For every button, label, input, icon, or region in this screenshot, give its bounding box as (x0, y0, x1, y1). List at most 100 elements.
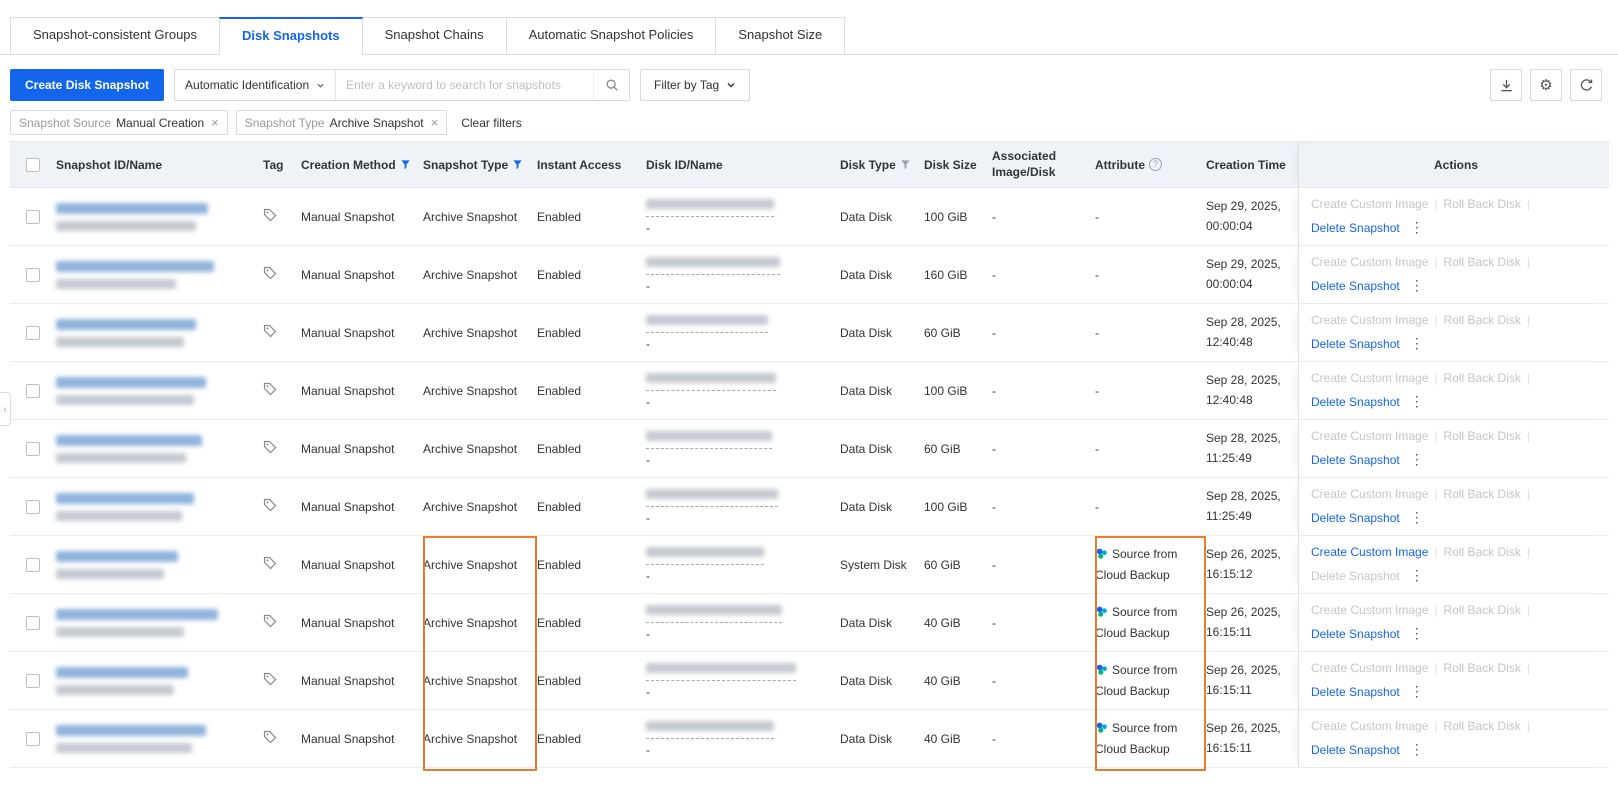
roll-back-disk-action[interactable]: Roll Back Disk (1444, 255, 1521, 269)
roll-back-disk-action[interactable]: Roll Back Disk (1444, 603, 1521, 617)
tab-snapshot-consistent-groups[interactable]: Snapshot-consistent Groups (10, 17, 221, 54)
snapshot-id-name[interactable] (56, 666, 263, 695)
tag-icon[interactable] (263, 730, 277, 744)
disk-id-name[interactable]: - (646, 604, 840, 641)
tag-cell[interactable] (263, 382, 301, 399)
tag-icon[interactable] (263, 672, 277, 686)
tab-snapshot-chains[interactable]: Snapshot Chains (361, 17, 507, 54)
disk-id-name[interactable]: - (646, 430, 840, 467)
delete-snapshot-action[interactable]: Delete Snapshot (1311, 337, 1400, 351)
delete-snapshot-action[interactable]: Delete Snapshot (1311, 395, 1400, 409)
create-custom-image-action[interactable]: Create Custom Image (1311, 371, 1428, 385)
tab-snapshot-size[interactable]: Snapshot Size (715, 17, 846, 54)
snapshot-id-name[interactable] (56, 376, 263, 405)
create-custom-image-action[interactable]: Create Custom Image (1311, 487, 1428, 501)
delete-snapshot-action[interactable]: Delete Snapshot (1311, 569, 1400, 583)
chip-remove-icon[interactable]: × (431, 116, 439, 129)
tag-cell[interactable] (263, 498, 301, 515)
delete-snapshot-action[interactable]: Delete Snapshot (1311, 221, 1400, 235)
search-button[interactable] (593, 70, 630, 100)
roll-back-disk-action[interactable]: Roll Back Disk (1444, 429, 1521, 443)
create-custom-image-action[interactable]: Create Custom Image (1311, 603, 1428, 617)
tag-cell[interactable] (263, 672, 301, 689)
more-actions-icon[interactable]: ⋮ (1410, 335, 1424, 351)
snapshot-id-name[interactable] (56, 318, 263, 347)
tab-automatic-snapshot-policies[interactable]: Automatic Snapshot Policies (505, 17, 717, 54)
delete-snapshot-action[interactable]: Delete Snapshot (1311, 453, 1400, 467)
select-all-checkbox[interactable] (26, 157, 40, 172)
snapshot-id-name[interactable] (56, 550, 263, 579)
disk-id-name[interactable]: - (646, 256, 840, 293)
filter-funnel-icon[interactable] (400, 159, 411, 170)
tag-icon[interactable] (263, 324, 277, 338)
chip-remove-icon[interactable]: × (211, 116, 219, 129)
tag-icon[interactable] (263, 556, 277, 570)
tag-icon[interactable] (263, 266, 277, 280)
row-checkbox[interactable] (26, 557, 40, 572)
more-actions-icon[interactable]: ⋮ (1410, 567, 1424, 583)
tag-cell[interactable] (263, 440, 301, 457)
tab-disk-snapshots[interactable]: Disk Snapshots (219, 17, 363, 55)
filter-funnel-icon[interactable] (512, 159, 523, 170)
delete-snapshot-action[interactable]: Delete Snapshot (1311, 279, 1400, 293)
tag-cell[interactable] (263, 730, 301, 747)
create-custom-image-action[interactable]: Create Custom Image (1311, 429, 1428, 443)
roll-back-disk-action[interactable]: Roll Back Disk (1444, 545, 1521, 559)
more-actions-icon[interactable]: ⋮ (1410, 219, 1424, 235)
disk-id-name[interactable]: - (646, 662, 840, 699)
tag-icon[interactable] (263, 208, 277, 222)
row-checkbox[interactable] (26, 209, 40, 224)
delete-snapshot-action[interactable]: Delete Snapshot (1311, 627, 1400, 641)
search-mode-dropdown[interactable]: Automatic Identification (175, 70, 337, 100)
disk-id-name[interactable]: - (646, 314, 840, 351)
roll-back-disk-action[interactable]: Roll Back Disk (1444, 313, 1521, 327)
delete-snapshot-action[interactable]: Delete Snapshot (1311, 511, 1400, 525)
disk-id-name[interactable]: - (646, 198, 840, 235)
disk-id-name[interactable]: - (646, 488, 840, 525)
delete-snapshot-action[interactable]: Delete Snapshot (1311, 685, 1400, 699)
more-actions-icon[interactable]: ⋮ (1410, 277, 1424, 293)
tag-cell[interactable] (263, 266, 301, 283)
search-input[interactable] (336, 78, 594, 92)
filter-by-tag-button[interactable]: Filter by Tag (640, 69, 751, 101)
tag-cell[interactable] (263, 208, 301, 225)
refresh-button[interactable] (1570, 69, 1602, 101)
roll-back-disk-action[interactable]: Roll Back Disk (1444, 719, 1521, 733)
row-checkbox[interactable] (26, 267, 40, 282)
row-checkbox[interactable] (26, 441, 40, 456)
tag-icon[interactable] (263, 382, 277, 396)
tag-cell[interactable] (263, 614, 301, 631)
snapshot-id-name[interactable] (56, 492, 263, 521)
export-button[interactable] (1490, 69, 1522, 101)
roll-back-disk-action[interactable]: Roll Back Disk (1444, 661, 1521, 675)
create-custom-image-action[interactable]: Create Custom Image (1311, 545, 1428, 559)
roll-back-disk-action[interactable]: Roll Back Disk (1444, 197, 1521, 211)
snapshot-id-name[interactable] (56, 434, 263, 463)
more-actions-icon[interactable]: ⋮ (1410, 683, 1424, 699)
tag-icon[interactable] (263, 614, 277, 628)
help-icon[interactable]: ? (1149, 158, 1162, 171)
snapshot-id-name[interactable] (56, 724, 263, 753)
more-actions-icon[interactable]: ⋮ (1410, 509, 1424, 525)
row-checkbox[interactable] (26, 499, 40, 514)
row-checkbox[interactable] (26, 383, 40, 398)
more-actions-icon[interactable]: ⋮ (1410, 625, 1424, 641)
snapshot-id-name[interactable] (56, 260, 263, 289)
tag-cell[interactable] (263, 556, 301, 573)
row-checkbox[interactable] (26, 673, 40, 688)
create-custom-image-action[interactable]: Create Custom Image (1311, 255, 1428, 269)
roll-back-disk-action[interactable]: Roll Back Disk (1444, 487, 1521, 501)
more-actions-icon[interactable]: ⋮ (1410, 451, 1424, 467)
delete-snapshot-action[interactable]: Delete Snapshot (1311, 743, 1400, 757)
snapshot-id-name[interactable] (56, 202, 263, 231)
roll-back-disk-action[interactable]: Roll Back Disk (1444, 371, 1521, 385)
disk-id-name[interactable]: - (646, 546, 840, 583)
create-custom-image-action[interactable]: Create Custom Image (1311, 719, 1428, 733)
more-actions-icon[interactable]: ⋮ (1410, 741, 1424, 757)
more-actions-icon[interactable]: ⋮ (1410, 393, 1424, 409)
create-custom-image-action[interactable]: Create Custom Image (1311, 661, 1428, 675)
sidebar-collapse-handle[interactable]: ‹ (0, 392, 11, 426)
create-custom-image-action[interactable]: Create Custom Image (1311, 313, 1428, 327)
create-custom-image-action[interactable]: Create Custom Image (1311, 197, 1428, 211)
settings-button[interactable]: ⚙ (1530, 69, 1562, 101)
